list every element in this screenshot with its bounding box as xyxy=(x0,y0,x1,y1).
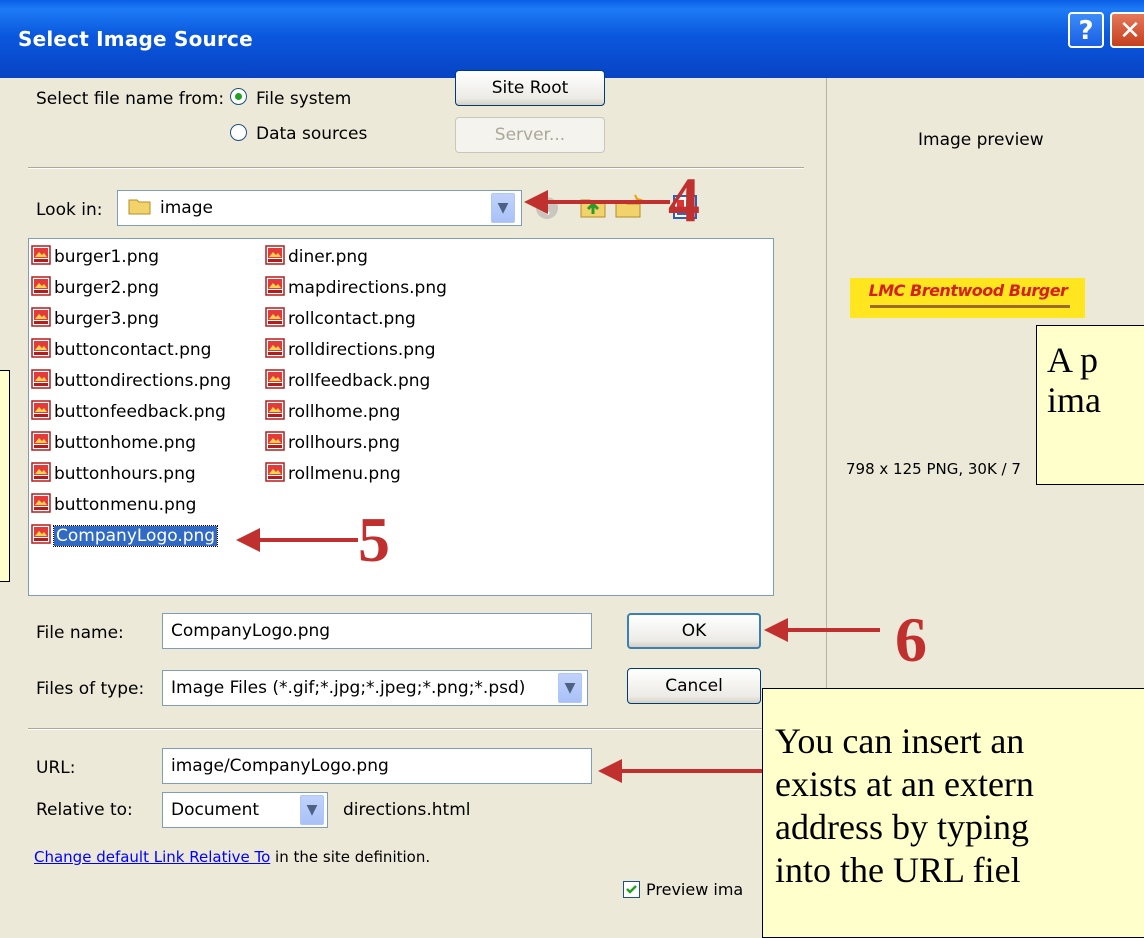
annotation-arrows xyxy=(236,190,880,783)
arrow-url-head xyxy=(598,759,622,783)
arrow-step-5-head xyxy=(236,528,260,552)
arrow-step-6-head xyxy=(764,618,788,642)
arrow-step-4-head xyxy=(524,190,548,214)
